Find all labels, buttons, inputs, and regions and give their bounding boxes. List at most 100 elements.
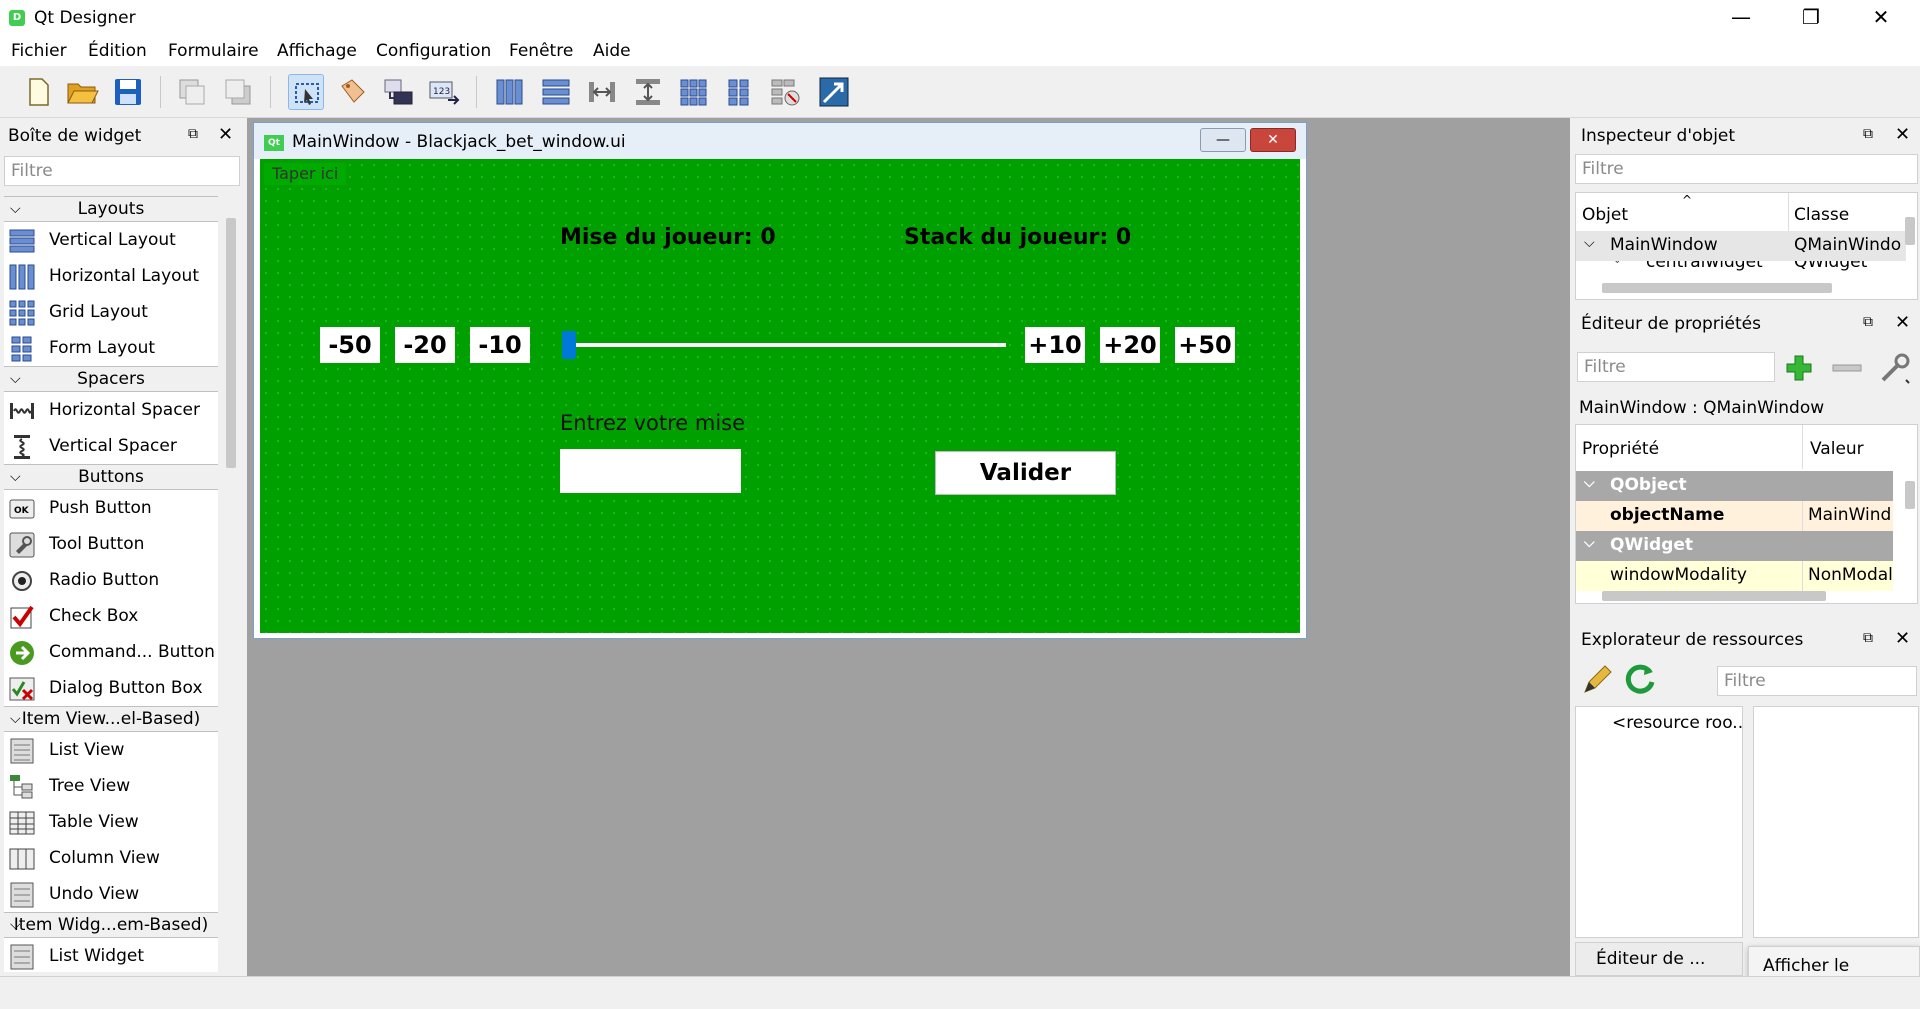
minus-50-button[interactable]: -50	[320, 327, 380, 363]
edit-widgets-icon[interactable]	[288, 74, 324, 110]
layout-vertical-icon[interactable]	[538, 74, 574, 110]
category-layouts[interactable]: ⌵ Layouts	[4, 196, 218, 222]
bet-entry-field[interactable]	[560, 449, 741, 493]
prop-row-windowmodality[interactable]: windowModality NonModal	[1576, 561, 1893, 591]
column-header-class[interactable]: Classe	[1794, 205, 1849, 225]
widget-item-list-widget[interactable]: List Widget	[4, 938, 218, 972]
widget-item-grid-layout[interactable]: Grid Layout	[4, 294, 218, 330]
column-header-object[interactable]: Objet	[1582, 205, 1628, 225]
column-header-value[interactable]: Valeur	[1810, 439, 1864, 459]
dock-float-icon[interactable]: ⧉	[1863, 126, 1873, 142]
send-to-back-icon[interactable]	[174, 74, 210, 110]
widget-item-tree-view[interactable]: Tree View	[4, 768, 218, 804]
save-icon[interactable]	[110, 74, 146, 110]
widget-item-column-view[interactable]: Column View	[4, 840, 218, 876]
tree-row-mainwindow[interactable]: ⌵ MainWindow QMainWindo	[1576, 231, 1906, 261]
dock-close-icon[interactable]: ✕	[1895, 312, 1910, 333]
layout-splitter-v-icon[interactable]	[630, 74, 666, 110]
widget-item-horizontal-layout[interactable]: Horizontal Layout	[4, 258, 218, 294]
widget-item-command-button[interactable]: Command... Button	[4, 634, 218, 670]
column-header-property[interactable]: Propriété	[1582, 439, 1659, 459]
dock-close-icon[interactable]: ✕	[1895, 628, 1910, 649]
subwindow-close-button[interactable]: ✕	[1250, 128, 1296, 152]
widget-item-form-layout[interactable]: Form Layout	[4, 330, 218, 366]
menu-fenetre[interactable]: Fenêtre	[509, 41, 573, 61]
edit-resources-pencil-icon[interactable]	[1581, 662, 1615, 696]
widget-list-scrollbar[interactable]	[226, 218, 236, 468]
subwindow-minimize-button[interactable]: —	[1200, 128, 1246, 152]
widget-item-horizontal-spacer[interactable]: Horizontal Spacer	[4, 392, 218, 428]
menu-configuration[interactable]: Configuration	[376, 41, 491, 61]
edit-signals-slots-icon[interactable]	[334, 74, 370, 110]
widget-item-table-view[interactable]: Table View	[4, 804, 218, 840]
dock-close-icon[interactable]: ✕	[1895, 124, 1910, 145]
section-qwidget[interactable]: ⌵ QWidget	[1576, 531, 1893, 561]
layout-grid-icon[interactable]	[676, 74, 712, 110]
widget-filter-input[interactable]: Filtre	[4, 156, 240, 186]
layout-horizontal-icon[interactable]	[492, 74, 528, 110]
dock-float-icon[interactable]: ⧉	[188, 126, 198, 142]
widget-item-list-view[interactable]: List View	[4, 732, 218, 768]
object-filter-input[interactable]: Filtre	[1575, 154, 1918, 184]
widget-item-push-button[interactable]: OK Push Button	[4, 490, 218, 526]
widget-item-tool-button[interactable]: Tool Button	[4, 526, 218, 562]
configure-wrench-icon[interactable]	[1877, 350, 1913, 386]
layout-form-icon[interactable]	[722, 74, 758, 110]
menu-placeholder[interactable]: Taper ici	[264, 163, 347, 185]
widget-item-vertical-spacer[interactable]: Vertical Spacer	[4, 428, 218, 464]
tree-row-centralwidget[interactable]: ⌵ centralwidget QWidget	[1576, 261, 1906, 275]
tab-editeur[interactable]: Éditeur de ...	[1575, 942, 1743, 976]
section-qobject[interactable]: ⌵ QObject	[1576, 471, 1893, 501]
widget-item-vertical-layout[interactable]: Vertical Layout	[4, 222, 218, 258]
menu-affichage[interactable]: Affichage	[277, 41, 357, 61]
plus-50-button[interactable]: +50	[1175, 327, 1235, 363]
prop-row-objectname[interactable]: objectName MainWindo	[1576, 501, 1893, 531]
category-item-views[interactable]: ⌵ Item View...el-Based)	[4, 706, 218, 732]
prop-value[interactable]: MainWindo	[1808, 505, 1892, 525]
widget-item-check-box[interactable]: Check Box	[4, 598, 218, 634]
close-button[interactable]: ✕	[1847, 0, 1915, 36]
category-spacers[interactable]: ⌵ Spacers	[4, 366, 218, 392]
subwindow-titlebar[interactable]: Qt MainWindow - Blackjack_bet_window.ui …	[254, 123, 1306, 159]
plus-20-button[interactable]: +20	[1100, 327, 1160, 363]
object-tree-hscrollbar[interactable]	[1602, 283, 1832, 293]
category-item-widgets[interactable]: ⌵ Item Widg...em-Based)	[4, 912, 218, 938]
property-filter-input[interactable]: Filtre	[1577, 352, 1775, 382]
adjust-size-icon[interactable]	[816, 74, 852, 110]
stack-label[interactable]: Stack du joueur: 0	[904, 225, 1131, 250]
category-buttons[interactable]: ⌵ Buttons	[4, 464, 218, 490]
menu-formulaire[interactable]: Formulaire	[168, 41, 259, 61]
dock-float-icon[interactable]: ⧉	[1863, 314, 1873, 330]
maximize-button[interactable]: ❐	[1777, 0, 1845, 36]
layout-splitter-h-icon[interactable]	[584, 74, 620, 110]
break-layout-icon[interactable]	[768, 74, 804, 110]
bet-slider-track[interactable]	[570, 343, 1006, 347]
edit-tab-order-icon[interactable]: 123	[426, 74, 462, 110]
resource-root-item[interactable]: <resource roo...	[1612, 713, 1742, 733]
property-table-hscrollbar[interactable]	[1602, 591, 1826, 601]
validate-button[interactable]: Valider	[935, 451, 1116, 495]
plus-10-button[interactable]: +10	[1025, 327, 1085, 363]
open-folder-icon[interactable]	[64, 74, 100, 110]
prop-value[interactable]: NonModal	[1808, 565, 1892, 585]
object-tree-vscrollbar[interactable]	[1905, 217, 1915, 245]
property-table-vscrollbar[interactable]	[1905, 481, 1915, 509]
resource-filter-input[interactable]: Filtre	[1717, 666, 1917, 696]
menu-fichier[interactable]: Fichier	[11, 41, 67, 61]
reload-icon[interactable]	[1623, 662, 1657, 696]
widget-item-radio-button[interactable]: Radio Button	[4, 562, 218, 598]
bet-slider-handle[interactable]	[562, 331, 576, 359]
dock-float-icon[interactable]: ⧉	[1863, 630, 1873, 646]
add-dynamic-property-icon[interactable]	[1781, 350, 1817, 386]
minimize-button[interactable]: —	[1707, 0, 1775, 36]
widget-item-dialog-button-box[interactable]: Dialog Button Box	[4, 670, 218, 706]
new-file-icon[interactable]	[20, 74, 56, 110]
edit-buddies-icon[interactable]	[380, 74, 416, 110]
minus-20-button[interactable]: -20	[395, 327, 455, 363]
mise-label[interactable]: Mise du joueur: 0	[560, 225, 776, 250]
entry-label[interactable]: Entrez votre mise	[560, 411, 745, 435]
menu-edition[interactable]: Édition	[88, 41, 147, 61]
remove-dynamic-property-icon[interactable]	[1829, 350, 1865, 386]
dock-close-icon[interactable]: ✕	[218, 124, 233, 145]
widget-item-undo-view[interactable]: Undo View	[4, 876, 218, 912]
